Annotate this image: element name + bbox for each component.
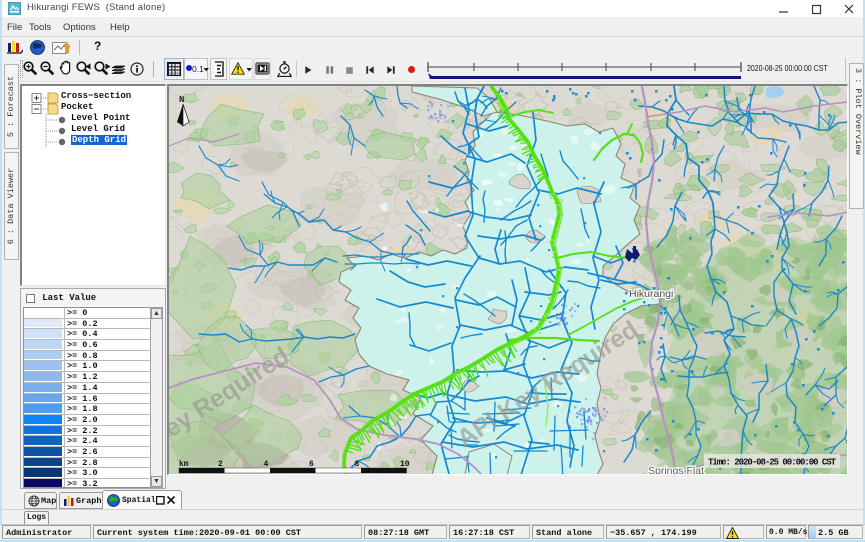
svg-text:Time: 2020-08-25 00:00:00 CST: Time: 2020-08-25 00:00:00 CST [708,458,837,468]
svg-text:4: 4 [264,460,269,469]
svg-text:2: 2 [218,460,223,469]
svg-text:km: km [179,460,189,469]
svg-text:N: N [179,95,184,105]
svg-text:Springs Flat: Springs Flat [648,465,704,475]
svg-text:10: 10 [400,460,410,469]
svg-text:SH 1: SH 1 [635,168,643,183]
svg-text:Hikurangi: Hikurangi [629,288,673,300]
svg-text:6: 6 [309,460,314,469]
svg-text:8: 8 [355,460,360,469]
